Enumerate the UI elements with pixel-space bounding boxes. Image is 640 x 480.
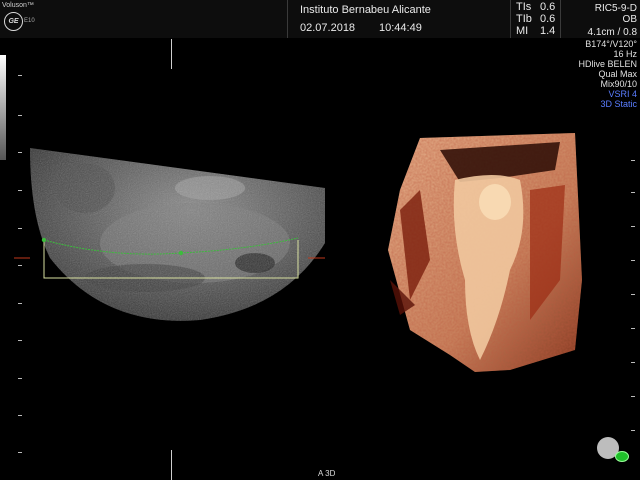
axis-label: A 3D	[318, 469, 336, 478]
render-curve[interactable]	[43, 237, 299, 255]
curve-handle-center[interactable]	[178, 250, 184, 256]
curve-handle-left[interactable]	[41, 237, 47, 243]
status-indicator-icon	[615, 451, 629, 462]
3d-render-image	[388, 133, 582, 372]
